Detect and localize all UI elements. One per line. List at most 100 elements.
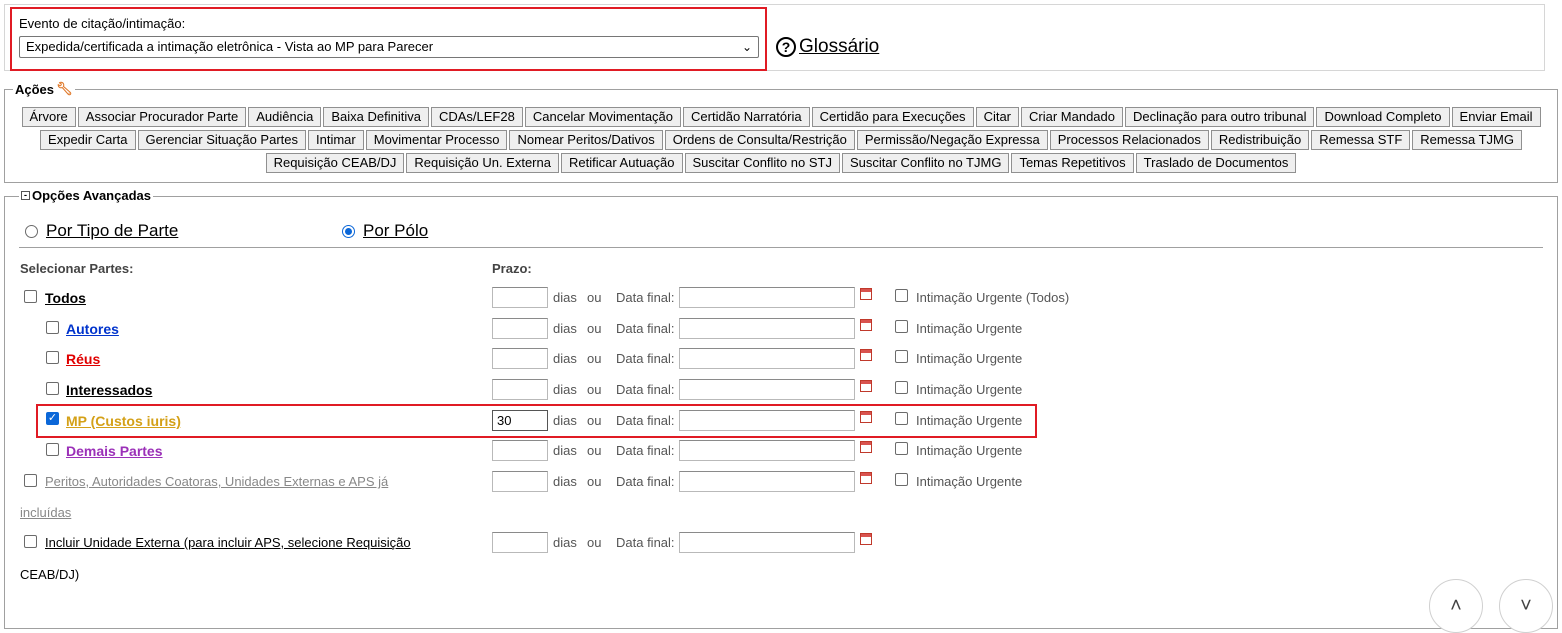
event-select[interactable]: Expedida/certificada a intimação eletrôn… <box>19 36 759 58</box>
party-name-line1[interactable]: Incluir Unidade Externa (para incluir AP… <box>45 535 411 550</box>
urgent-checkbox[interactable] <box>895 412 908 425</box>
action-button[interactable]: Ordens de Consulta/Restrição <box>664 130 855 150</box>
data-final-input[interactable] <box>679 379 855 400</box>
calendar-icon[interactable] <box>860 288 872 300</box>
data-final-input[interactable] <box>679 440 855 461</box>
advanced-legend[interactable]: - Opções Avançadas <box>19 188 153 203</box>
action-button[interactable]: Traslado de Documentos <box>1135 153 1297 173</box>
party-name[interactable]: Todos <box>45 290 86 306</box>
prazo-input[interactable]: 30 <box>492 410 548 431</box>
action-button[interactable]: Redistribuição <box>1210 130 1310 150</box>
urgent-checkbox[interactable] <box>895 381 908 394</box>
prazo-input[interactable] <box>492 532 548 553</box>
prazo-input[interactable] <box>492 379 548 400</box>
prazo-input[interactable] <box>492 287 548 308</box>
action-button[interactable]: Retificar Autuação <box>560 153 683 173</box>
calendar-icon[interactable] <box>860 319 872 331</box>
urgent-checkbox[interactable] <box>895 442 908 455</box>
action-button[interactable]: Criar Mandado <box>1021 107 1124 127</box>
action-button[interactable]: Associar Procurador Parte <box>77 107 247 127</box>
party-row-demais: Demais Partes dias ou Data final: Intima… <box>5 438 1555 468</box>
scroll-up-button[interactable]: ˄ <box>1429 579 1483 633</box>
action-button[interactable]: CDAs/LEF28 <box>430 107 523 127</box>
glossary-link[interactable]: ? Glossário <box>776 36 879 58</box>
data-final-input[interactable] <box>679 471 855 492</box>
party-name-line2[interactable]: CEAB/DJ) <box>20 567 79 582</box>
party-name-line1[interactable]: Peritos, Autoridades Coatoras, Unidades … <box>45 474 388 489</box>
urgent-checkbox[interactable] <box>895 289 908 302</box>
party-row-peritos: Peritos, Autoridades Coatoras, Unidades … <box>5 469 1555 529</box>
urgent-label: Intimação Urgente <box>916 443 1023 458</box>
party-name[interactable]: MP (Custos iuris) <box>66 413 181 429</box>
urgent-checkbox[interactable] <box>895 473 908 486</box>
action-button[interactable]: Permissão/Negação Expressa <box>856 130 1048 150</box>
action-button[interactable]: Árvore <box>21 107 76 127</box>
party-name-line2[interactable]: incluídas <box>20 505 71 520</box>
radio-por-polo[interactable]: Por Pólo <box>342 221 428 241</box>
radio-por-polo-input[interactable] <box>342 224 355 238</box>
calendar-icon[interactable] <box>860 380 872 392</box>
party-name[interactable]: Autores <box>66 321 119 337</box>
calendar-icon[interactable] <box>860 533 872 545</box>
action-button[interactable]: Baixa Definitiva <box>323 107 429 127</box>
data-final-label: Data final: <box>616 535 675 550</box>
party-checkbox[interactable] <box>46 382 59 395</box>
action-button[interactable]: Declinação para outro tribunal <box>1125 107 1315 127</box>
data-final-input[interactable] <box>679 318 855 339</box>
data-final-input[interactable] <box>679 348 855 369</box>
party-checkbox[interactable]: ✓ <box>46 412 59 425</box>
action-button[interactable]: Citar <box>975 107 1020 127</box>
data-final-input[interactable] <box>679 410 855 431</box>
urgent-checkbox[interactable] <box>895 350 908 363</box>
action-button[interactable]: Enviar Email <box>1451 107 1541 127</box>
collapse-icon[interactable]: - <box>21 191 30 200</box>
action-button[interactable]: Certidão para Execuções <box>811 107 974 127</box>
party-checkbox[interactable] <box>46 351 59 364</box>
action-button[interactable]: Audiência <box>248 107 322 127</box>
action-button[interactable]: Cancelar Movimentação <box>524 107 682 127</box>
action-button[interactable]: Download Completo <box>1316 107 1450 127</box>
data-final-input[interactable] <box>679 532 855 553</box>
prazo-input[interactable] <box>492 318 548 339</box>
dias-label: dias <box>553 474 577 489</box>
party-name[interactable]: Réus <box>66 351 100 367</box>
action-button[interactable]: Suscitar Conflito no STJ <box>684 153 840 173</box>
action-button[interactable]: Certidão Narratória <box>683 107 810 127</box>
prazo-input[interactable] <box>492 348 548 369</box>
action-button[interactable]: Suscitar Conflito no TJMG <box>841 153 1010 173</box>
action-button[interactable]: Gerenciar Situação Partes <box>137 130 306 150</box>
dias-label: dias <box>553 413 577 428</box>
action-button[interactable]: Remessa TJMG <box>1412 130 1522 150</box>
wrench-icon[interactable]: 🔧︎ <box>56 81 73 97</box>
action-button[interactable]: Expedir Carta <box>40 130 136 150</box>
party-checkbox[interactable] <box>46 443 59 456</box>
action-button[interactable]: Requisição CEAB/DJ <box>265 153 405 173</box>
calendar-icon[interactable] <box>860 411 872 423</box>
party-checkbox[interactable] <box>24 290 37 303</box>
action-button[interactable]: Intimar <box>308 130 364 150</box>
prazo-input[interactable] <box>492 440 548 461</box>
ou-label: ou <box>587 321 602 336</box>
party-checkbox[interactable] <box>24 535 37 548</box>
data-final-input[interactable] <box>679 287 855 308</box>
action-button[interactable]: Movimentar Processo <box>365 130 508 150</box>
scroll-down-button[interactable]: ˅ <box>1499 579 1553 633</box>
party-name[interactable]: Demais Partes <box>66 443 163 459</box>
party-checkbox[interactable] <box>24 474 37 487</box>
action-button[interactable]: Temas Repetitivos <box>1011 153 1134 173</box>
radio-por-tipo[interactable]: Por Tipo de Parte <box>25 221 178 241</box>
calendar-icon[interactable] <box>860 472 872 484</box>
chevron-up-icon: ˄ <box>1450 594 1462 617</box>
urgent-checkbox[interactable] <box>895 320 908 333</box>
party-name[interactable]: Interessados <box>66 382 152 398</box>
calendar-icon[interactable] <box>860 349 872 361</box>
calendar-icon[interactable] <box>860 441 872 453</box>
action-button[interactable]: Remessa STF <box>1311 130 1411 150</box>
glossary-label: Glossário <box>799 36 880 57</box>
party-checkbox[interactable] <box>46 321 59 334</box>
prazo-input[interactable] <box>492 471 548 492</box>
action-button[interactable]: Requisição Un. Externa <box>406 153 559 173</box>
action-button[interactable]: Nomear Peritos/Dativos <box>509 130 663 150</box>
action-button[interactable]: Processos Relacionados <box>1049 130 1209 150</box>
radio-por-tipo-input[interactable] <box>25 224 38 238</box>
